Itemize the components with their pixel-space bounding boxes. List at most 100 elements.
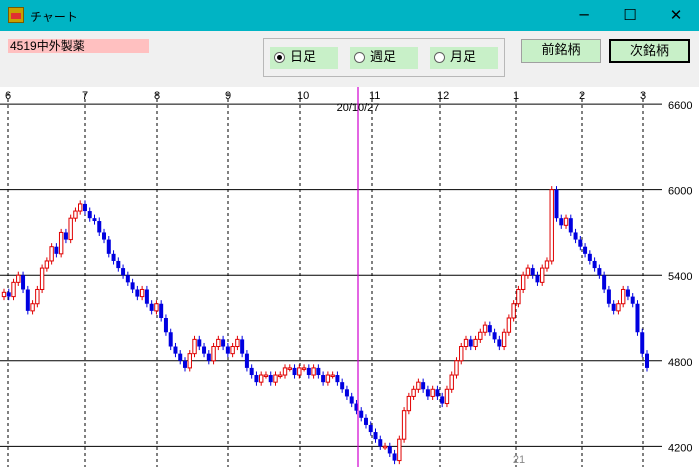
candle-up: [411, 388, 416, 397]
candle-down: [25, 289, 30, 311]
candle-up: [259, 374, 264, 383]
candle-down: [373, 432, 378, 440]
candle-up: [397, 438, 402, 462]
candle-down: [6, 292, 11, 297]
candle-down: [63, 232, 68, 240]
month-label: 11: [369, 90, 380, 102]
candle-up: [325, 374, 331, 383]
next-stock-button[interactable]: 次銘柄: [609, 39, 690, 63]
candle-down: [240, 339, 245, 354]
candle-up: [506, 317, 512, 333]
candle-down: [202, 346, 207, 354]
candle-down: [206, 353, 211, 361]
candle-down: [611, 303, 616, 311]
candle-down: [316, 367, 321, 376]
candle-down: [244, 353, 249, 368]
candle-down: [497, 339, 502, 347]
candle-down: [306, 367, 311, 376]
candle-up: [416, 381, 421, 390]
candle-down: [592, 260, 597, 269]
period-radio-group: 日足 週足 月足: [263, 38, 505, 77]
candle-down: [159, 303, 164, 318]
month-label: 12: [437, 90, 449, 102]
candle-down: [54, 246, 59, 254]
candle-up: [520, 274, 526, 290]
candle-up: [139, 288, 145, 298]
candle-down: [87, 211, 92, 219]
prev-stock-button[interactable]: 前銘柄: [521, 39, 601, 63]
candle-up: [620, 288, 626, 305]
candle-down: [102, 232, 107, 240]
candle-up: [406, 395, 412, 412]
candle-up: [273, 374, 278, 383]
month-label: 6: [5, 90, 11, 102]
candle-down: [559, 218, 564, 226]
candle-down: [425, 389, 430, 397]
candle-up: [563, 217, 569, 226]
maximize-button[interactable]: ☐: [607, 0, 653, 31]
candle-down: [121, 268, 126, 276]
candle-up: [473, 338, 478, 348]
candle-down: [135, 289, 140, 297]
candle-down: [630, 296, 635, 304]
minimize-button[interactable]: ─: [561, 0, 607, 31]
close-button[interactable]: ✕: [653, 0, 699, 31]
candle-up: [30, 303, 35, 312]
candle-up: [282, 367, 288, 376]
candle-down: [144, 289, 149, 304]
candle-down: [635, 303, 640, 333]
candle-up: [192, 338, 197, 355]
candle-down: [645, 353, 649, 368]
candle-up: [35, 288, 40, 305]
candle-up: [44, 260, 50, 269]
candle-up: [278, 374, 283, 378]
candle-down: [492, 332, 497, 340]
candle-down: [82, 203, 87, 212]
candle-down: [368, 424, 373, 433]
candle-up: [478, 331, 483, 340]
radio-monthly[interactable]: 月足: [430, 47, 498, 69]
candle-down: [21, 275, 26, 290]
candle-down: [602, 275, 607, 290]
candle-up: [301, 367, 307, 370]
candle-down: [487, 325, 492, 333]
candle-down: [106, 239, 111, 254]
candle-up: [544, 260, 550, 269]
radio-monthly-label: 月足: [450, 50, 477, 65]
candle-up: [511, 303, 516, 319]
candle-up: [73, 210, 78, 219]
candle-up: [11, 281, 16, 298]
candle-up: [616, 303, 621, 312]
candle-down: [254, 375, 259, 383]
candle-down: [344, 389, 349, 397]
candle-up: [463, 338, 469, 348]
month-label: 8: [154, 90, 160, 102]
app-chart-icon: [8, 7, 24, 23]
candle-up: [454, 360, 459, 376]
month-label: 10: [297, 90, 309, 102]
candle-down: [268, 375, 273, 383]
candle-down: [97, 221, 102, 233]
candle-down: [587, 253, 592, 261]
radio-weekly[interactable]: 週足: [350, 47, 418, 69]
candle-down: [292, 367, 297, 376]
candle-up: [525, 267, 531, 276]
candle-up: [311, 367, 316, 376]
month-label: 3: [640, 90, 646, 102]
candle-up: [287, 367, 292, 370]
candle-down: [421, 382, 426, 390]
toolbar: 4519中外製薬 日足 週足 月足 前銘柄 次銘柄: [0, 31, 699, 87]
month-label: 9: [225, 90, 231, 102]
candle-up: [230, 346, 235, 355]
candle-down: [225, 346, 230, 354]
candlestick-chart[interactable]: 660060005400480042006 7 8 9 10 11 12 1 2 320/10/2…: [0, 87, 699, 467]
y-tick-label: 4800: [668, 357, 692, 369]
radio-daily[interactable]: 日足: [270, 47, 338, 69]
candle-up: [235, 338, 240, 348]
candle-down: [221, 339, 226, 347]
cursor-date-label: 20/10/27: [337, 102, 380, 114]
candle-down: [249, 367, 254, 376]
candle-up: [216, 338, 221, 348]
candle-down: [149, 303, 154, 311]
candle-up: [39, 267, 45, 290]
